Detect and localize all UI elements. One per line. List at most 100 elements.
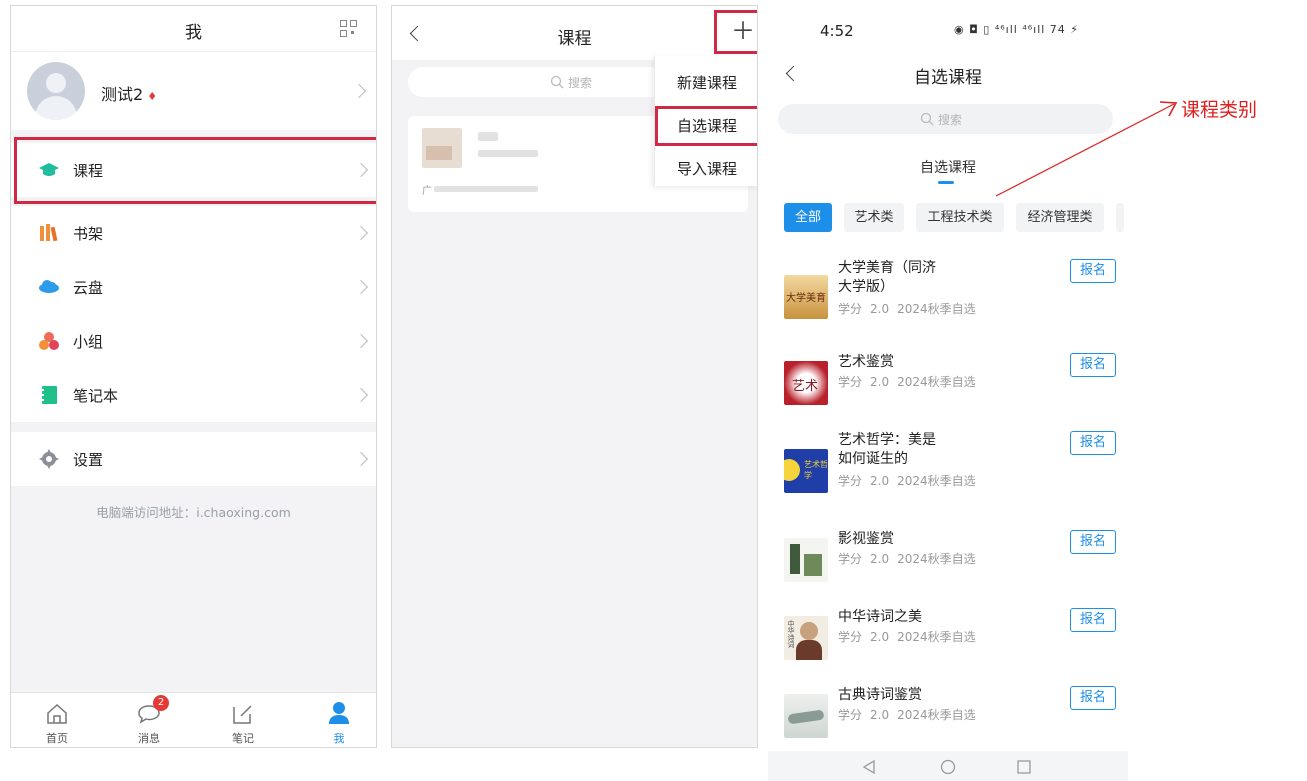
chevron-right-icon	[353, 451, 369, 467]
note-icon	[233, 705, 252, 724]
notebook-icon	[40, 386, 57, 404]
menu-item-settings[interactable]: 设置	[11, 432, 376, 486]
enroll-button[interactable]: 报名	[1070, 353, 1116, 377]
course-name: 影视鉴赏	[838, 531, 894, 547]
tab-label: 消息	[138, 732, 160, 745]
segment-indicator	[938, 181, 954, 184]
status-icons: ◉ ◘ ▯ ⁴⁶ıll ⁴⁶ıll 74 ⚡	[954, 23, 1080, 36]
highlight-box	[655, 106, 757, 146]
course-thumbnail: 艺术哲学	[784, 449, 828, 493]
vip-mark: ♦	[147, 90, 158, 103]
blurred-text	[478, 150, 538, 157]
nav-recents-icon[interactable]	[1016, 759, 1032, 775]
chevron-right-icon	[353, 279, 369, 295]
course-meta: 学分 2.0 2024秋季自选	[838, 375, 976, 389]
chip-economics[interactable]: 经济管理类	[1016, 203, 1104, 232]
chevron-right-icon	[353, 387, 369, 403]
course-name: 大学美育（同济大学版）	[838, 260, 936, 295]
course-row[interactable]: 艺术哲学 艺术哲学：美是如何诞生的 学分 2.0 2024秋季自选 报名	[784, 431, 1124, 509]
person-icon	[329, 702, 349, 724]
annotation-label: 课程类别	[1181, 99, 1258, 121]
course-meta: 学分 2.0 2024秋季自选	[838, 474, 976, 488]
course-thumbnail	[784, 694, 828, 738]
course-thumbnail: 中华诗词	[784, 616, 828, 660]
course-name: 古典诗词鉴赏	[838, 687, 922, 703]
tab-label: 笔记	[232, 732, 254, 745]
cloud-icon	[39, 280, 59, 293]
chip-engineering[interactable]: 工程技术类	[916, 203, 1004, 232]
course-row[interactable]: 艺术 艺术鉴赏 学分 2.0 2024秋季自选 报名	[784, 353, 1124, 431]
chevron-right-icon	[353, 333, 369, 349]
enroll-button[interactable]: 报名	[1070, 686, 1116, 710]
tab-label: 我	[333, 732, 345, 745]
books-icon	[40, 224, 58, 242]
menu-label: 云盘	[73, 279, 104, 297]
system-nav-bar	[768, 751, 1128, 781]
nav-back-icon[interactable]	[862, 759, 876, 775]
top-bar: 我	[11, 6, 376, 52]
page-title: 我	[185, 23, 202, 43]
page-title: 课程	[557, 29, 592, 49]
page-title: 自选课程	[914, 68, 982, 88]
annotation-arrow	[995, 101, 1178, 197]
add-icon[interactable]: ＋	[731, 19, 755, 43]
course-row[interactable]: 大学美育 大学美育（同济大学版） 学分 2.0 2024秋季自选 报名	[784, 259, 1124, 337]
qr-code-icon[interactable]	[340, 20, 358, 38]
menu-label: 设置	[73, 451, 104, 469]
course-meta: 学分 2.0 2024秋季自选	[838, 708, 976, 722]
enroll-button[interactable]: 报名	[1070, 530, 1116, 554]
chip-all[interactable]: 全部	[784, 203, 832, 232]
menu-label: 书架	[73, 225, 104, 243]
chip-more[interactable]	[1116, 203, 1124, 232]
course-meta: 学分 2.0 2024秋季自选	[838, 630, 976, 644]
menu-label: 小组	[73, 333, 104, 351]
profile-name: 测试2 ♦	[101, 85, 158, 104]
dropdown-item-import-course[interactable]: 导入课程	[655, 148, 757, 190]
home-icon	[47, 703, 67, 724]
tab-notes[interactable]: 笔记	[213, 693, 273, 747]
course-name: 艺术哲学：美是如何诞生的	[838, 432, 936, 467]
gear-icon	[39, 449, 59, 469]
course-name: 中华诗词之美	[838, 609, 922, 625]
enroll-button[interactable]: 报名	[1070, 259, 1116, 283]
blurred-text	[434, 186, 538, 192]
status-time: 4:52	[820, 22, 854, 40]
bottom-tab-bar: 首页 2 消息 笔记 我	[11, 692, 376, 747]
tab-label: 首页	[46, 732, 68, 745]
course-row[interactable]: 影视鉴赏 学分 2.0 2024秋季自选 报名	[784, 530, 1124, 608]
me-screen: 我 测试2 ♦ 课程 书架 云盘 小组 笔记本 设置 电脑端访问地址：i.cha…	[10, 5, 377, 748]
unread-badge: 2	[153, 695, 169, 711]
tab-home[interactable]: 首页	[27, 693, 87, 747]
course-screen: 课程 ＋ 搜索 广 新建课程 自选课程 导入课程	[391, 5, 758, 748]
menu-item-notebook[interactable]: 笔记本	[11, 368, 376, 422]
profile-row[interactable]: 测试2 ♦	[11, 52, 376, 130]
course-thumbnail: 艺术	[784, 361, 828, 405]
chevron-right-icon	[351, 83, 367, 99]
blurred-text	[478, 132, 498, 141]
pc-address-text: 电脑端访问地址：i.chaoxing.com	[96, 505, 291, 520]
nav-home-icon[interactable]	[940, 759, 956, 775]
menu-item-cloud[interactable]: 云盘	[11, 260, 376, 314]
enroll-button[interactable]: 报名	[1070, 608, 1116, 632]
top-bar: 课程	[392, 6, 757, 60]
course-name: 艺术鉴赏	[838, 354, 894, 370]
dropdown-item-new-course[interactable]: 新建课程	[655, 62, 757, 104]
chip-art[interactable]: 艺术类	[844, 203, 904, 232]
tab-me[interactable]: 我	[309, 693, 369, 747]
group-icon	[39, 332, 59, 350]
enroll-button[interactable]: 报名	[1070, 431, 1116, 455]
course-thumbnail	[422, 128, 462, 168]
status-bar: 4:52 ◉ ◘ ▯ ⁴⁶ıll ⁴⁶ıll 74 ⚡	[768, 0, 1128, 58]
tab-messages[interactable]: 2 消息	[119, 693, 179, 747]
course-row[interactable]: 中华诗词 中华诗词之美 学分 2.0 2024秋季自选 报名	[784, 608, 1124, 686]
chevron-right-icon	[353, 225, 369, 241]
card-line: 广	[422, 186, 432, 197]
search-icon	[920, 112, 934, 126]
menu-label: 笔记本	[73, 387, 119, 405]
course-meta: 学分 2.0 2024秋季自选	[838, 552, 976, 566]
search-placeholder: 搜索	[938, 113, 963, 127]
search-icon	[550, 75, 564, 89]
menu-item-bookshelf[interactable]: 书架	[11, 206, 376, 260]
menu-item-group[interactable]: 小组	[11, 314, 376, 368]
course-thumbnail	[784, 538, 828, 582]
